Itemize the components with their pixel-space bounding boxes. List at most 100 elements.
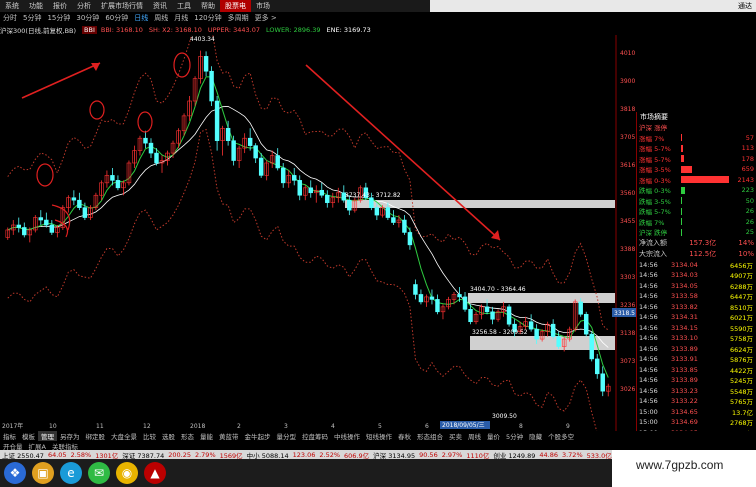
- indicator-tab[interactable]: 量能: [197, 431, 216, 441]
- breadth-label: 涨幅 5-7%: [639, 145, 671, 154]
- breadth-value: 113: [741, 144, 754, 153]
- indicator-tab[interactable]: 周线: [465, 431, 484, 441]
- breadth-row: 跌幅 3-5% 50: [637, 196, 756, 207]
- indicator-tab[interactable]: 个股多空: [545, 431, 577, 441]
- status-item: 533.0亿: [586, 451, 612, 460]
- indicator-tab[interactable]: 选股: [159, 431, 178, 441]
- indicator-tab[interactable]: 控盘筹码: [299, 431, 331, 441]
- indicator-tab[interactable]: 隐藏: [526, 431, 545, 441]
- limit-up-header: 沪深 涨停: [637, 122, 756, 133]
- indicator-tab[interactable]: 5分钟: [503, 431, 526, 441]
- status-item: 3.72%: [561, 450, 583, 459]
- candlestick-chart[interactable]: 4010 3900 3818 3705 3616 3560 3455 3388 3303 3236…: [0, 35, 636, 431]
- candle-body: [143, 137, 148, 144]
- menu-item[interactable]: 扩展市场行情: [96, 0, 148, 12]
- menu-brand[interactable]: 股票电: [220, 0, 251, 12]
- indicator-tab[interactable]: 形态: [178, 431, 197, 441]
- indicator-tab[interactable]: 绑定股: [83, 431, 109, 441]
- tick-price: 3133.82: [671, 302, 698, 311]
- menu-item[interactable]: 系统: [0, 0, 24, 12]
- period-tab[interactable]: 分时: [0, 12, 20, 24]
- indicator-tab[interactable]: 春秋: [395, 431, 414, 441]
- indicator-tab[interactable]: 管理: [38, 431, 57, 441]
- price-annotation: 3256.58 - 3209.52: [472, 329, 528, 336]
- period-tab[interactable]: 多周期: [225, 12, 252, 24]
- candle-body: [374, 207, 380, 216]
- period-tab[interactable]: 月线: [171, 12, 191, 24]
- limit-up-label: 沪深 涨停: [639, 124, 668, 133]
- fund-flow-list: 净流入额 157.3亿 14% 大宗流入 112.5亿 10%: [637, 238, 756, 260]
- indicator-tab[interactable]: 量分型: [274, 431, 300, 441]
- period-tab[interactable]: 60分钟: [102, 12, 131, 24]
- breadth-row: 涨幅 7% 57: [637, 133, 756, 144]
- flow-label: 大宗流入: [639, 250, 667, 258]
- indicator-tab[interactable]: 模板: [19, 431, 38, 441]
- period-tabs: 分时 5分钟 15分钟 30分钟 60分钟 日线 周线 月线 120分钟 多周期 更多 >: [0, 12, 430, 24]
- indicator-tab[interactable]: 另存为: [57, 431, 83, 441]
- tick-time: 14:56: [639, 365, 658, 374]
- folder-icon[interactable]: ▣: [32, 462, 54, 484]
- indicator-tab[interactable]: 短线操作: [363, 431, 395, 441]
- browser2-icon[interactable]: ◉: [116, 462, 138, 484]
- sub-tab[interactable]: 开仓量: [0, 441, 26, 451]
- os-taskbar: ❖ ▣ e ✉ ◉ ▲: [0, 459, 612, 487]
- tick-time: 14:56: [639, 302, 658, 311]
- menu-item[interactable]: 工具: [172, 0, 196, 12]
- tick-time: 14:56: [639, 355, 658, 364]
- tick-row: 14:56 3134.04 6456万: [637, 260, 756, 271]
- legend-index: 沪深300(日线,前复权,BB): [0, 26, 77, 35]
- status-item: 沪深 3134.95: [373, 451, 416, 460]
- tick-list[interactable]: 14:56 3134.04 6456万 14:56 3134.03 4907万 14:56 3…: [637, 260, 756, 439]
- candle-body: [203, 56, 209, 72]
- stock-app-icon[interactable]: ▲: [144, 462, 166, 484]
- indicator-tab[interactable]: 黄蓝带: [216, 431, 242, 441]
- menu-item[interactable]: 帮助: [196, 0, 220, 12]
- breadth-value: 2143: [737, 175, 754, 184]
- breadth-label: 涨幅 3-5%: [639, 166, 671, 175]
- candle-body: [457, 294, 462, 298]
- indicator-tab[interactable]: 中线操作: [331, 431, 363, 441]
- menu-item[interactable]: 功能: [24, 0, 48, 12]
- y-tick-label: 3388: [620, 246, 635, 253]
- period-tab[interactable]: 120分钟: [191, 12, 224, 24]
- candle-body: [148, 142, 154, 154]
- period-tab[interactable]: 15分钟: [44, 12, 73, 24]
- menu-item[interactable]: 分析: [72, 0, 96, 12]
- period-tab[interactable]: 更多 >: [252, 12, 280, 24]
- indicator-tab[interactable]: 形态组合: [414, 431, 446, 441]
- candle-body: [413, 284, 418, 295]
- browser-icon[interactable]: e: [60, 462, 82, 484]
- period-tab[interactable]: 30分钟: [73, 12, 102, 24]
- tick-row: 14:56 3134.15 5590万: [637, 323, 756, 334]
- tick-time: 15:00: [639, 418, 658, 427]
- y-tick-label: 3560: [620, 190, 635, 197]
- breadth-row: 涨幅 0-3% 2143: [637, 175, 756, 186]
- indicator-tab[interactable]: 大盘全景: [108, 431, 140, 441]
- indicator-tab[interactable]: 量价: [484, 431, 503, 441]
- breadth-value: 50: [745, 196, 754, 205]
- menu-item-market[interactable]: 市场: [251, 0, 275, 12]
- status-item: 606.9亿: [344, 451, 370, 460]
- y-tick-label: 3455: [620, 218, 635, 225]
- sub-tab[interactable]: 扩展A: [26, 441, 49, 451]
- menu-item[interactable]: 报价: [48, 0, 72, 12]
- candle-body: [369, 197, 374, 208]
- candle-body: [347, 199, 352, 211]
- price-annotation: 3009.50: [492, 413, 517, 420]
- indicator-tab[interactable]: 比较: [140, 431, 159, 441]
- period-tab[interactable]: 5分钟: [20, 12, 44, 24]
- y-tick-label: 3705: [620, 134, 635, 141]
- start-icon[interactable]: ❖: [4, 462, 26, 484]
- candle-body: [462, 296, 468, 310]
- indicator-tab[interactable]: 指标: [0, 431, 19, 441]
- breadth-bar: [681, 218, 682, 226]
- period-tab[interactable]: 日线: [131, 12, 151, 24]
- menu-item[interactable]: 资讯: [148, 0, 172, 12]
- legend-indicator-name[interactable]: BBI: [82, 25, 97, 34]
- sub-tab[interactable]: 关联指标: [49, 441, 81, 451]
- chat-icon[interactable]: ✉: [88, 462, 110, 484]
- indicator-tab[interactable]: 买卖: [446, 431, 465, 441]
- period-tab[interactable]: 周线: [151, 12, 171, 24]
- y-tick-label: 4010: [620, 50, 635, 57]
- indicator-tab[interactable]: 金牛起步: [242, 431, 274, 441]
